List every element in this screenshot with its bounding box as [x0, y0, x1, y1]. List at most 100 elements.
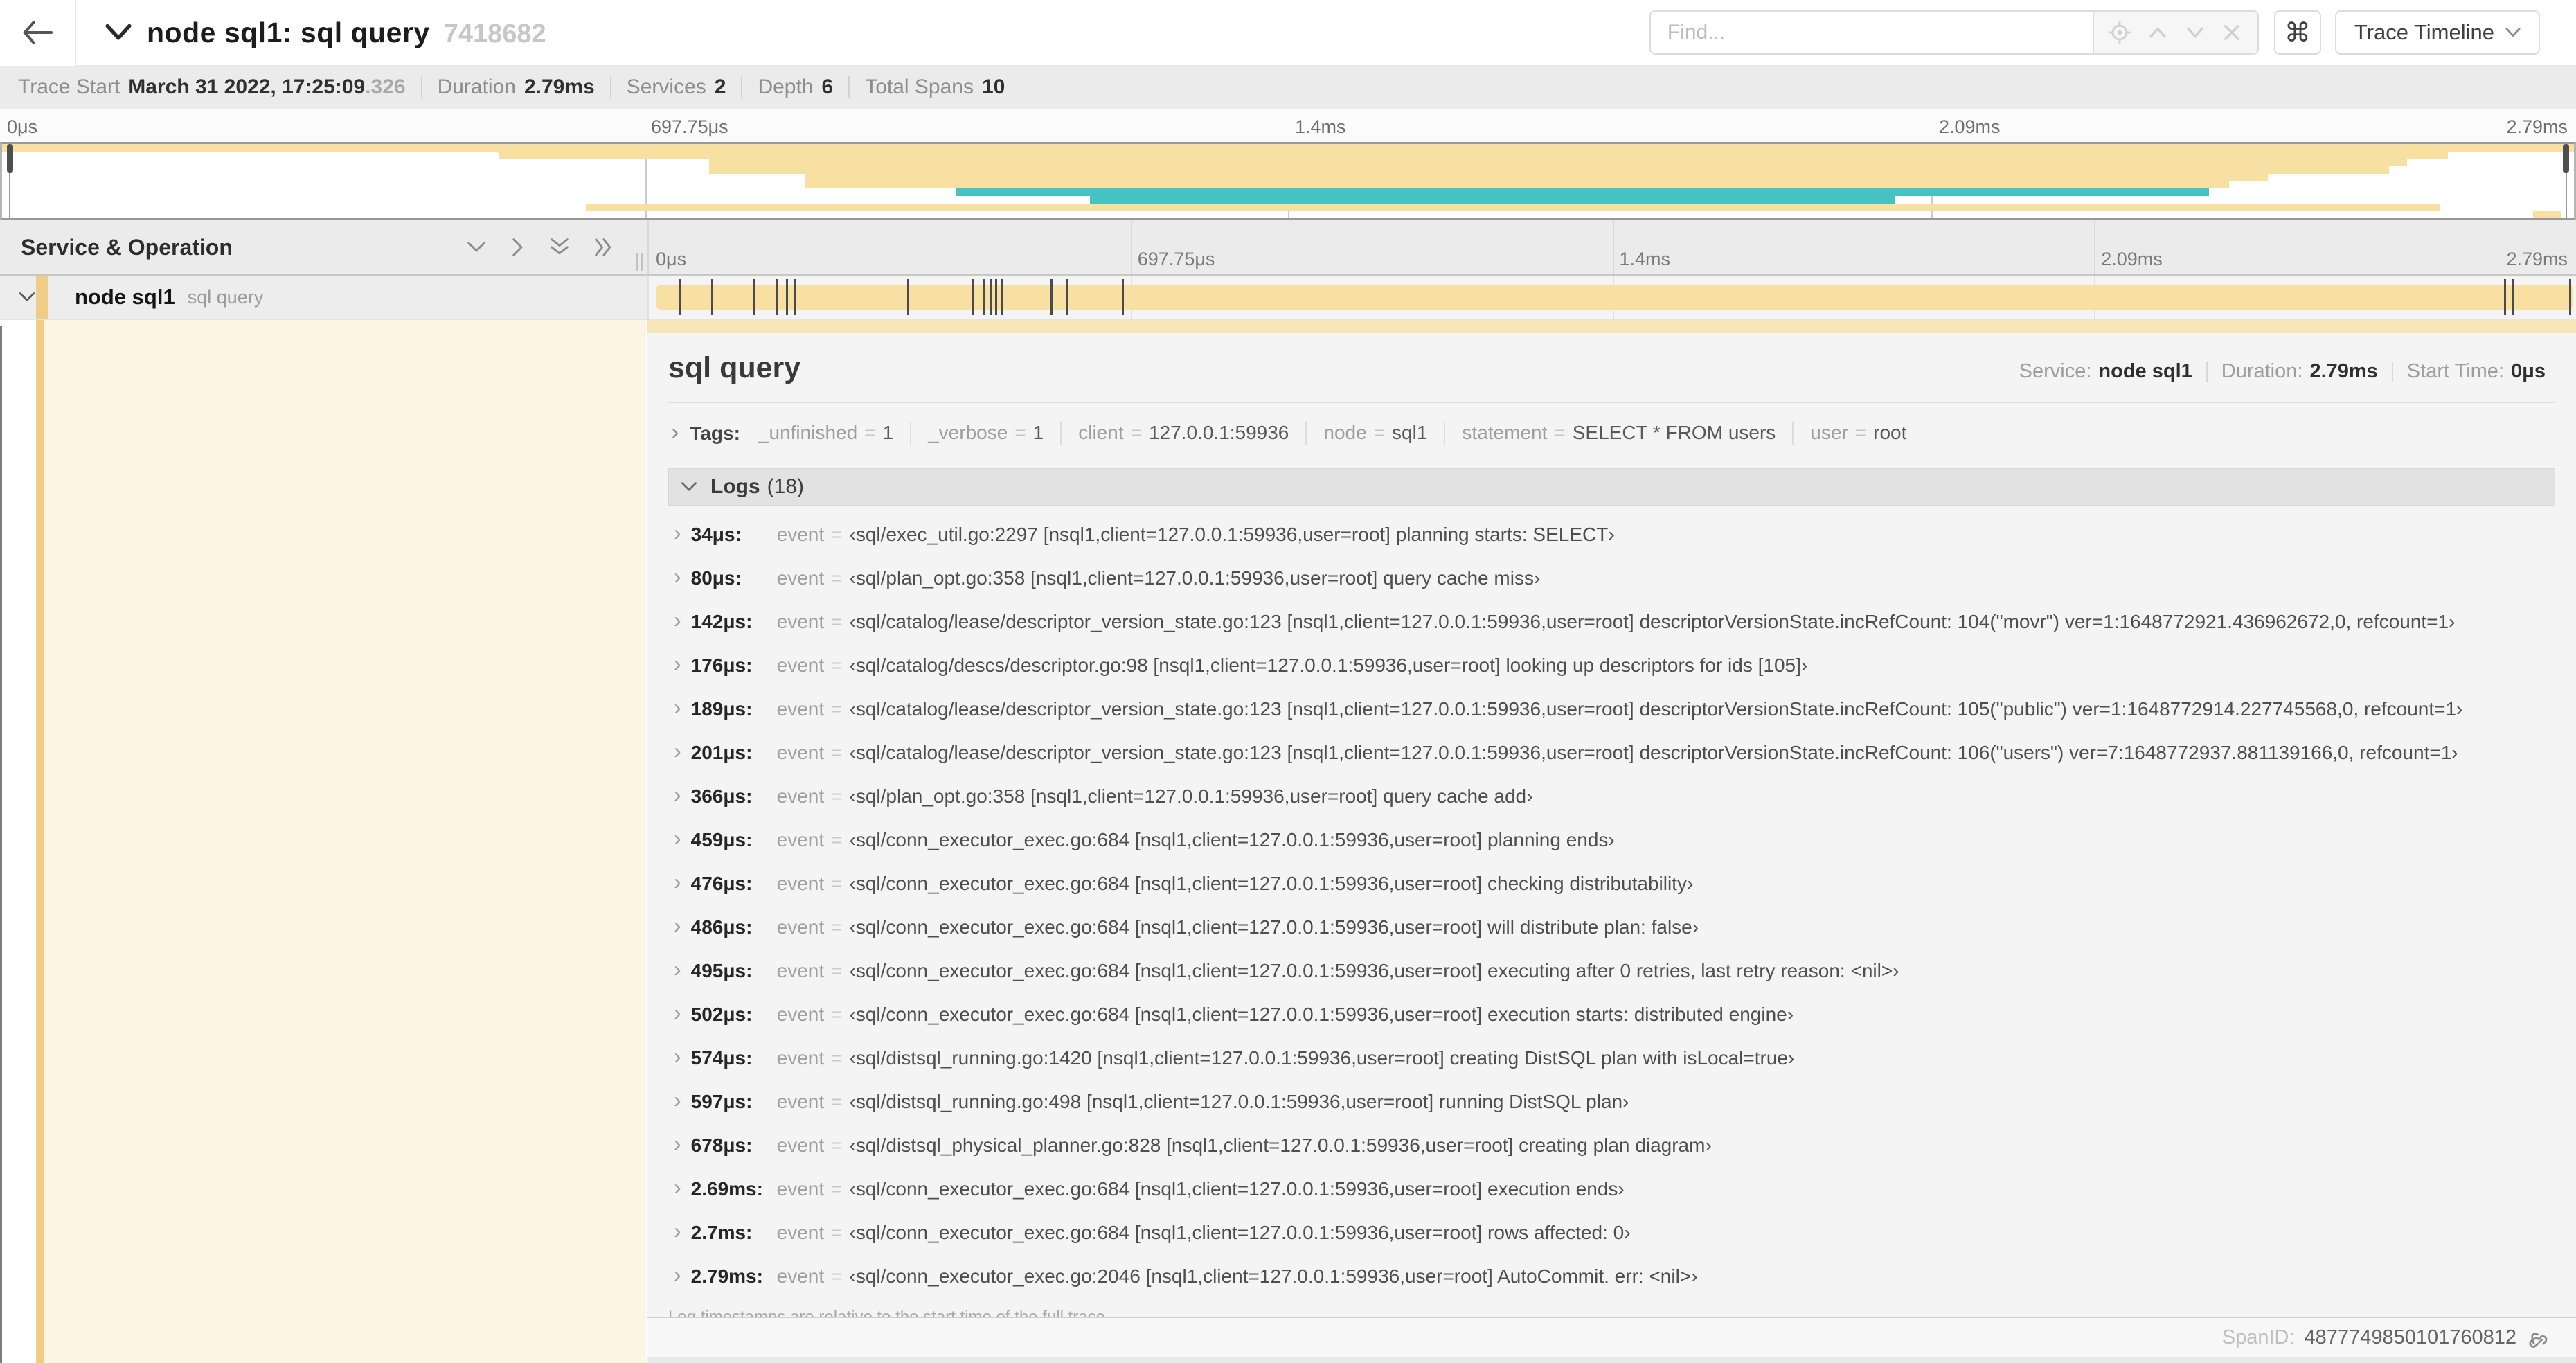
log-row[interactable]: › 2.79ms: event = ‹sql/conn_executor_exec.go…: [668, 1254, 2555, 1298]
chevron-right-icon: ›: [674, 1044, 681, 1069]
view-selector-button[interactable]: Trace Timeline: [2334, 10, 2540, 55]
vertical-scroll-indicator: [0, 326, 2, 1363]
log-row[interactable]: › 459μs: event = ‹sql/conn_executor_exec.go:…: [668, 818, 2555, 862]
span-service-name: node sql1: [75, 285, 175, 309]
log-field-key: event: [776, 654, 825, 676]
span-name-cell[interactable]: node sql1 sql query: [0, 276, 647, 320]
trace-meta-item: Duration 2.79ms: [438, 75, 595, 99]
meta-separator: [420, 76, 422, 98]
log-field-value: ‹sql/conn_executor_exec.go:684 [nsql1,cl…: [849, 916, 1699, 938]
tag-separator: [1444, 422, 1446, 445]
span-collapse-chevron[interactable]: [18, 291, 36, 303]
log-field-value: ‹sql/distsql_physical_planner.go:828 [ns…: [849, 1134, 1712, 1156]
chevron-right-icon: ›: [674, 956, 681, 981]
log-row[interactable]: › 597μs: event = ‹sql/distsql_running.go:498…: [668, 1080, 2555, 1123]
minimap-span-bar: [586, 203, 2440, 211]
log-marker-tick: [753, 279, 756, 315]
log-field-key: event: [776, 785, 825, 807]
log-field-key: event: [776, 610, 825, 632]
log-equals: =: [831, 1046, 843, 1069]
tag-key: _unfinished: [758, 422, 858, 443]
log-row[interactable]: › 476μs: event = ‹sql/conn_executor_exec.go:…: [668, 862, 2555, 905]
column-resizer-handle[interactable]: [632, 241, 646, 271]
log-marker-tick: [794, 279, 796, 315]
log-row[interactable]: › 678μs: event = ‹sql/distsql_physical_plann…: [668, 1123, 2555, 1167]
span-detail-panel: sql query Service: node sql1 Duration: 2.79…: [647, 333, 2576, 1318]
chevron-right-icon: ›: [671, 418, 679, 445]
log-field-key: event: [776, 1090, 825, 1112]
log-field-key: event: [776, 1003, 825, 1025]
log-row[interactable]: › 486μs: event = ‹sql/conn_executor_exec.go:…: [668, 905, 2555, 949]
log-row[interactable]: › 2.7ms: event = ‹sql/conn_executor_exec.go:…: [668, 1211, 2555, 1254]
chevron-right-icon: ›: [674, 607, 681, 632]
time-tick-label: 0μs: [656, 249, 687, 269]
log-marker-tick: [983, 279, 986, 315]
collapse-trace-chevron[interactable]: [105, 24, 132, 42]
log-timestamp: 459μs:: [690, 828, 753, 850]
span-detail-row: sql query Service: node sql1 Duration: 2.79…: [0, 320, 2576, 1363]
log-timestamp: 34μs:: [690, 523, 742, 545]
log-row[interactable]: › 80μs: event = ‹sql/plan_opt.go:358 [nsql1,…: [668, 556, 2555, 600]
time-tick-label: 0μs: [7, 116, 38, 137]
log-timestamp: 486μs:: [690, 916, 753, 938]
keyboard-shortcuts-button[interactable]: ⌘: [2273, 10, 2321, 55]
log-row[interactable]: › 2.69ms: event = ‹sql/conn_executor_exec.go…: [668, 1167, 2555, 1211]
logs-accordion-header[interactable]: Logs (18): [668, 468, 2555, 506]
log-equals: =: [831, 1265, 843, 1287]
time-tick-label: 2.09ms: [1939, 116, 2001, 137]
service-operation-header: Service & Operation: [0, 220, 647, 276]
tag-item: node = sql1: [1323, 422, 1427, 444]
chevron-right-icon: ›: [674, 1175, 681, 1200]
span-duration-bar[interactable]: [656, 285, 2573, 310]
log-entries-list: › 34μs: event = ‹sql/exec_util.go:2297 [nsql…: [668, 506, 2555, 1298]
chevron-right-icon: ›: [674, 1262, 681, 1287]
log-timestamp: 80μs:: [690, 567, 742, 589]
meta-value: 10: [981, 75, 1005, 98]
tag-equals: =: [1373, 422, 1386, 443]
minimap-canvas[interactable]: [0, 142, 2576, 220]
trace-id: 7418682: [443, 19, 546, 48]
find-input[interactable]: [1649, 10, 2093, 55]
chevron-right-icon: ›: [674, 651, 681, 676]
span-bar-cell[interactable]: [647, 276, 2576, 320]
log-row[interactable]: › 201μs: event = ‹sql/catalog/lease/descript…: [668, 731, 2555, 774]
log-row[interactable]: › 34μs: event = ‹sql/exec_util.go:2297 [nsql…: [668, 513, 2555, 556]
log-row[interactable]: › 189μs: event = ‹sql/catalog/lease/descript…: [668, 687, 2555, 731]
expand-one-icon[interactable]: [510, 237, 526, 258]
log-equals: =: [831, 959, 843, 981]
log-timestamp: 597μs:: [690, 1090, 753, 1112]
back-button[interactable]: [0, 0, 76, 66]
range-start-scrubber[interactable]: [7, 144, 13, 173]
expand-all-icon[interactable]: [593, 237, 614, 258]
log-row[interactable]: › 495μs: event = ‹sql/conn_executor_exec.go:…: [668, 949, 2555, 992]
log-row[interactable]: › 502μs: event = ‹sql/conn_executor_exec.go:…: [668, 992, 2555, 1036]
log-marker-tick: [906, 279, 909, 315]
overview-separator: [2391, 361, 2393, 382]
span-id-value: 4877749850101760812: [2304, 1326, 2516, 1348]
log-row[interactable]: › 574μs: event = ‹sql/distsql_running.go:142…: [668, 1036, 2555, 1080]
log-field-value: ‹sql/plan_opt.go:358 [nsql1,client=127.0…: [849, 567, 1541, 589]
overview-label: Start Time:: [2406, 360, 2504, 382]
tag-key: user: [1810, 422, 1848, 443]
detail-left-gutter: [0, 320, 647, 1363]
minimap-span-bar: [709, 166, 2389, 174]
collapse-all-icon[interactable]: [549, 237, 570, 258]
range-end-scrubber[interactable]: [2563, 144, 2569, 173]
log-marker-tick: [786, 279, 789, 315]
log-field-value: ‹sql/catalog/lease/descriptor_version_st…: [849, 697, 2463, 720]
minimap-span-bar: [2532, 211, 2561, 218]
chevron-up-icon[interactable]: [2146, 21, 2170, 44]
log-row[interactable]: › 366μs: event = ‹sql/plan_opt.go:358 [nsql1…: [668, 774, 2555, 818]
locate-target-icon[interactable]: [2108, 21, 2131, 44]
span-id-footer: SpanID: 4877749850101760812: [647, 1318, 2576, 1357]
log-row[interactable]: › 142μs: event = ‹sql/catalog/lease/descript…: [668, 600, 2555, 643]
clear-search-icon[interactable]: [2221, 21, 2243, 44]
tag-value: SELECT * FROM users: [1572, 422, 1776, 443]
trace-meta-bar: Trace Start March 31 2022, 17:25:09.326 Du…: [0, 66, 2576, 109]
collapse-one-icon[interactable]: [466, 240, 487, 255]
minimap-tick-labels: 0μs 697.75μs 1.4ms 2.09ms 2.79ms: [0, 109, 2576, 142]
tags-accordion[interactable]: › Tags: _unfinished = 1 _verbose = 1 client = 12…: [668, 417, 2555, 450]
chevron-down-icon[interactable]: [2183, 21, 2207, 44]
log-row[interactable]: › 176μs: event = ‹sql/catalog/descs/descript…: [668, 643, 2555, 687]
link-icon[interactable]: [2526, 1327, 2548, 1349]
